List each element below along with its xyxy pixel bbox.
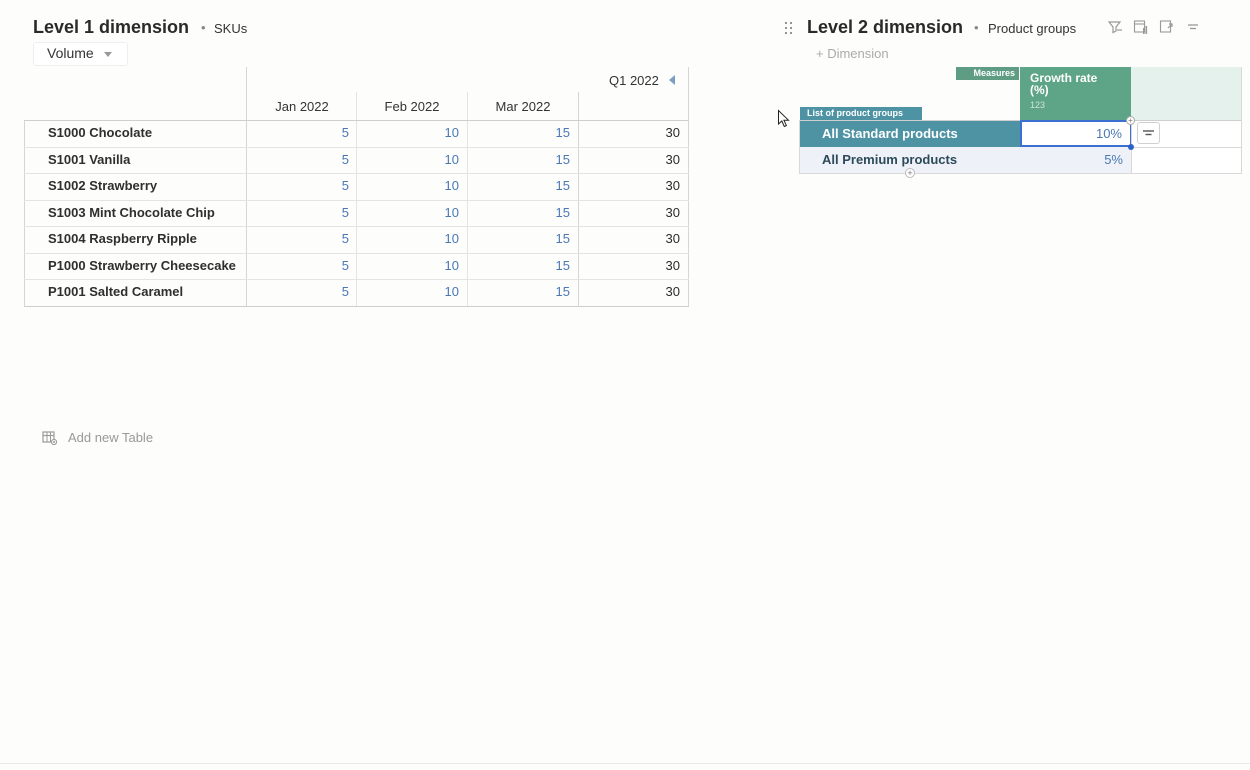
- grid-line: [799, 173, 1242, 174]
- sort-lines-icon: [1143, 130, 1154, 136]
- cell-value[interactable]: 15: [468, 231, 570, 246]
- cell-total[interactable]: 30: [579, 125, 680, 140]
- cell-value[interactable]: 15: [468, 258, 570, 273]
- row-label[interactable]: S1002 Strawberry: [48, 178, 157, 193]
- measure-label: Growth rate (%): [1030, 71, 1098, 97]
- measure-select-value: Volume: [47, 45, 94, 61]
- empty-cell[interactable]: [1131, 147, 1242, 173]
- cell-value[interactable]: 5%: [1020, 147, 1131, 173]
- cell-menu-button[interactable]: [1137, 122, 1160, 144]
- cell-value[interactable]: 5: [247, 125, 349, 140]
- grid-line: [799, 120, 800, 174]
- measure-type: 123: [1030, 100, 1046, 110]
- cell-value[interactable]: 15: [468, 284, 570, 299]
- fill-handle[interactable]: [1128, 144, 1134, 150]
- sort-icon[interactable]: [1185, 19, 1201, 35]
- filter-table-icon[interactable]: [1107, 19, 1123, 35]
- cell-value[interactable]: 5: [247, 231, 349, 246]
- cell-value[interactable]: 10: [357, 258, 459, 273]
- add-column-plus-icon[interactable]: +: [1126, 116, 1135, 125]
- cell-value[interactable]: 10: [357, 231, 459, 246]
- cell-value[interactable]: 10: [357, 125, 459, 140]
- cell-total[interactable]: 30: [579, 258, 680, 273]
- page-divider: [0, 763, 1250, 764]
- grid-line: [24, 306, 689, 307]
- table2-title[interactable]: Level 2 dimension: [807, 17, 963, 38]
- column-header-feb[interactable]: Feb 2022: [357, 99, 467, 114]
- cell-value[interactable]: 15: [468, 125, 570, 140]
- level1-table: Q1 2022 Jan 2022 Feb 2022 Mar 2022 S1000…: [24, 67, 689, 307]
- table-toolbar: [1107, 19, 1201, 35]
- row-label[interactable]: P1001 Salted Caramel: [48, 284, 183, 299]
- grid-line: [24, 253, 689, 254]
- cell-value[interactable]: 5: [247, 258, 349, 273]
- grid-line: [24, 173, 689, 174]
- list-tag: List of product groups: [800, 107, 922, 120]
- add-new-table-label: Add new Table: [68, 430, 154, 445]
- cell-total[interactable]: 30: [579, 178, 680, 193]
- cell-total[interactable]: 30: [579, 152, 680, 167]
- add-dimension-button[interactable]: + Dimension: [816, 46, 889, 61]
- measures-tag: Measures: [956, 67, 1019, 80]
- row-label[interactable]: P1000 Strawberry Cheesecake: [48, 258, 236, 273]
- cell-value[interactable]: 15: [468, 152, 570, 167]
- table-add-icon: [42, 431, 57, 445]
- cell-total[interactable]: 30: [579, 231, 680, 246]
- title-separator: •: [201, 20, 206, 35]
- pivot-icon[interactable]: [1159, 19, 1175, 35]
- cell-value[interactable]: 5: [247, 178, 349, 193]
- grid-line: [688, 67, 689, 307]
- table1-title[interactable]: Level 1 dimension: [33, 17, 189, 38]
- cell-value[interactable]: 15: [468, 178, 570, 193]
- quarter-header[interactable]: Q1 2022: [609, 73, 659, 88]
- cell-value-selected[interactable]: 10%: [1020, 120, 1132, 147]
- grid-line: [1131, 147, 1242, 148]
- cell-value[interactable]: 10: [357, 178, 459, 193]
- cell-value[interactable]: 10: [357, 205, 459, 220]
- cell-total[interactable]: 30: [579, 205, 680, 220]
- column-header-mar[interactable]: Mar 2022: [468, 99, 578, 114]
- table1-dimension-label[interactable]: SKUs: [214, 21, 247, 36]
- mouse-cursor-icon: [778, 109, 790, 128]
- collapse-arrow-icon[interactable]: [669, 75, 675, 85]
- grid-line: [24, 226, 689, 227]
- empty-column-header[interactable]: [1131, 67, 1242, 120]
- measure-select-dropdown[interactable]: Volume: [33, 42, 128, 66]
- row-label[interactable]: S1000 Chocolate: [48, 125, 152, 140]
- cell-value[interactable]: 5: [247, 152, 349, 167]
- measure-column-header[interactable]: Growth rate (%) 123: [1020, 67, 1131, 120]
- cell-value[interactable]: 5: [247, 205, 349, 220]
- cell-value[interactable]: 10: [357, 284, 459, 299]
- grid-line: [24, 279, 689, 280]
- cell-value[interactable]: 5: [247, 284, 349, 299]
- grid-line: [24, 120, 689, 121]
- chevron-down-icon: [104, 52, 112, 57]
- add-new-table-button[interactable]: Add new Table: [42, 430, 153, 445]
- cell-value[interactable]: 15: [468, 205, 570, 220]
- grid-line: [1241, 67, 1242, 174]
- column-header-jan[interactable]: Jan 2022: [247, 99, 357, 114]
- chart-view-icon[interactable]: [1133, 19, 1149, 35]
- table2-dimension-label[interactable]: Product groups: [988, 21, 1076, 36]
- cell-total[interactable]: 30: [579, 284, 680, 299]
- drag-handle-icon[interactable]: [784, 21, 793, 35]
- add-row-plus-icon[interactable]: +: [905, 168, 915, 178]
- row-label[interactable]: S1003 Mint Chocolate Chip: [48, 205, 215, 220]
- row-header-selected[interactable]: All Standard products: [800, 121, 1020, 147]
- title-separator: •: [974, 20, 979, 35]
- row-label[interactable]: S1004 Raspberry Ripple: [48, 231, 197, 246]
- cell-value[interactable]: 10: [357, 152, 459, 167]
- grid-line: [24, 200, 689, 201]
- grid-line: [24, 147, 689, 148]
- row-label[interactable]: S1001 Vanilla: [48, 152, 130, 167]
